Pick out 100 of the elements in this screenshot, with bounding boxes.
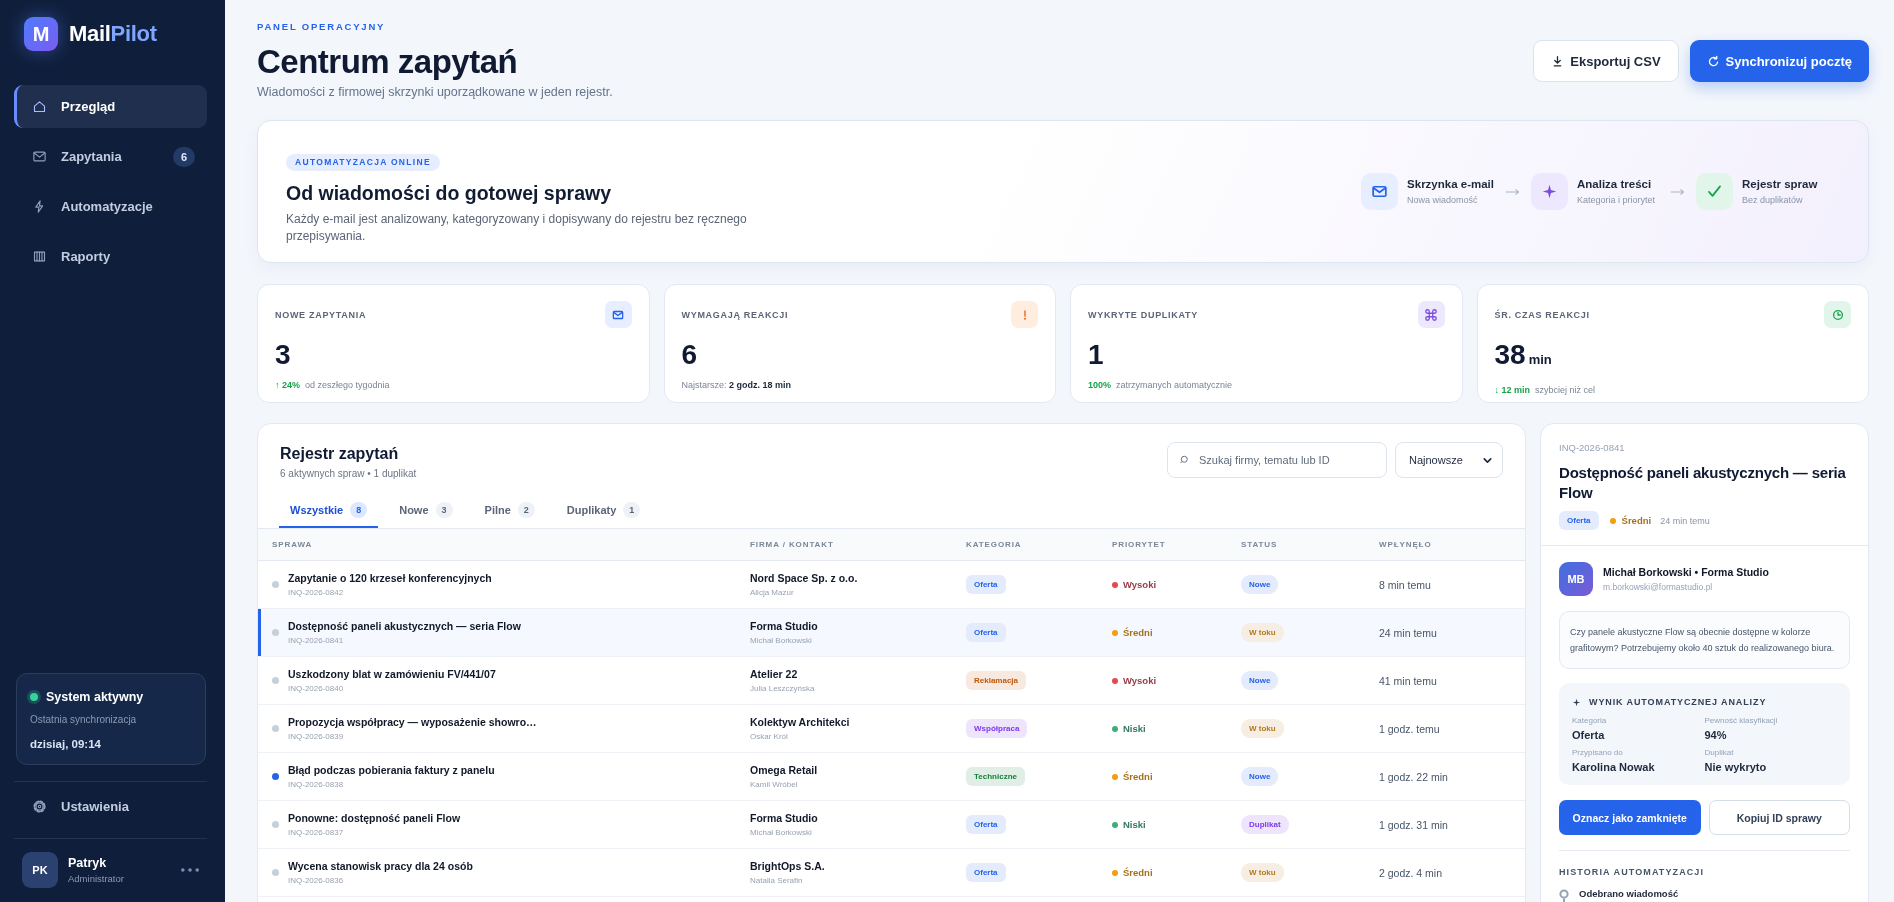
priority-label: Średni: [1123, 867, 1153, 878]
case-id: INQ-2026-0841: [1559, 442, 1626, 454]
company-name: Atelier 22: [750, 668, 799, 680]
category-tag: Oferta: [966, 815, 1006, 834]
case-title: Dostępność paneli akustycznych — seria Flow: [1559, 463, 1847, 503]
search-field[interactable]: Szukaj firmy, tematu lub ID: [1167, 442, 1387, 478]
column-header: PRIORYTET: [1112, 540, 1166, 549]
nav-item[interactable]: Raporty: [14, 235, 207, 278]
stat-label: WYMAGAJĄ REAKCJI: [681, 309, 789, 320]
priority-label: Niski: [1123, 723, 1146, 734]
case-title: Propozycja współpracy — wyposażenie showro…: [288, 716, 537, 728]
priority-label: Wysoki: [1123, 675, 1157, 686]
category-tag: Oferta: [966, 863, 1006, 882]
table-row[interactable]: Dostępność paneli akustycznych — seria Flow INQ-2026-0841 Forma Studio Michał Borkowski Oferta Średni W toku 24 min temu: [258, 609, 1525, 657]
count-badge: 6: [173, 146, 195, 167]
close-case-button[interactable]: Oznacz jako zamknięte: [1559, 800, 1701, 835]
system-status: System aktywny: [46, 690, 144, 704]
table-row[interactable]: Błąd podczas pobierania faktury z panelu INQ-2026-0838 Omega Retail Kamil Wróbel Techniczne Średni Nowe 1 godz. 22 min: [258, 753, 1525, 801]
count-badge: 8: [350, 501, 368, 518]
status-tag: Nowe: [1241, 575, 1279, 594]
contact-name: Alicja Mazur: [750, 588, 795, 597]
stat-note: Najstarsze: 2 godz. 18 min: [681, 379, 792, 392]
more-icon[interactable]: [181, 868, 199, 872]
company-name: BrightOps S.A.: [750, 860, 825, 872]
case-id: INQ-2026-0837: [288, 828, 345, 837]
field-label: Duplikat: [1704, 748, 1735, 757]
table-subtitle: 6 aktywnych spraw • 1 duplikat: [280, 468, 417, 479]
nav-item[interactable]: Przegląd: [14, 85, 207, 128]
contact-name: Kamil Wróbel: [750, 780, 799, 789]
category-tag: Techniczne: [966, 767, 1025, 786]
table-row[interactable]: Ponowne: dostępność paneli Flow INQ-2026-0837 Forma Studio Michał Borkowski Oferta Niski Duplikat 1 godz. 31 min: [258, 801, 1525, 849]
field-value: Oferta: [1572, 729, 1606, 741]
received-time: 1 godz. temu: [1379, 722, 1440, 735]
priority-label: Średni: [1123, 771, 1153, 782]
count-badge: 1: [623, 501, 641, 518]
received-time: 2 godz. 4 min: [1379, 866, 1443, 879]
status-tag: Duplikat: [1241, 815, 1289, 834]
column-header: WPŁYNĘŁO: [1379, 540, 1432, 549]
contact-name: Oskar Król: [750, 732, 789, 741]
user-name: Patryk: [68, 856, 108, 870]
arrow-right-icon: [1670, 187, 1685, 196]
sync-time: dzisiaj, 09:14: [30, 737, 102, 752]
case-id: INQ-2026-0842: [288, 588, 345, 597]
case-id: INQ-2026-0836: [288, 876, 345, 885]
company-name: Nord Space Sp. z o.o.: [750, 572, 858, 584]
sort-dropdown[interactable]: Najnowsze: [1395, 442, 1503, 478]
settings-link[interactable]: Ustawienia: [14, 788, 207, 824]
sender-email: m.borkowski@formastudio.pl: [1603, 582, 1714, 592]
contact-name: Michał Borkowski: [750, 828, 813, 837]
mail-icon: [604, 301, 632, 328]
count-badge: 2: [517, 501, 535, 518]
priority-label: Wysoki: [1123, 579, 1157, 590]
priority-label: Średni: [1621, 515, 1652, 526]
table-title: Rejestr zapytań: [280, 444, 400, 464]
field-value: 94%: [1704, 729, 1728, 741]
case-id: INQ-2026-0838: [288, 780, 345, 789]
export-button[interactable]: Eksportuj CSV: [1533, 40, 1679, 82]
contact-name: Natalia Serafin: [750, 876, 804, 885]
sparkle-icon: [1572, 697, 1581, 707]
copy-id-button[interactable]: Kopiuj ID sprawy: [1708, 800, 1850, 835]
case-id: INQ-2026-0840: [288, 684, 345, 693]
search-icon: [1179, 454, 1191, 466]
mail-icon: [32, 149, 47, 164]
check-icon: [1696, 173, 1733, 210]
status-tag: W toku: [1241, 623, 1284, 642]
filter-tab[interactable]: Nowe 3: [388, 493, 464, 528]
filter-tab[interactable]: Pilne 2: [473, 493, 546, 528]
message-box: Czy panele akustyczne Flow są obecnie dostępne w kolorze grafitowym? Potrzebujemy około 40 sztuk do realizowanego biura.: [1559, 611, 1850, 669]
column-header: SPRAWA: [272, 540, 313, 549]
case-title: Błąd podczas pobierania faktury z panelu: [288, 764, 495, 776]
step-subtitle: Nowa wiadomość: [1407, 195, 1479, 205]
settings-icon: [32, 798, 47, 814]
sync-button[interactable]: Synchronizuj pocztę: [1689, 40, 1869, 82]
category-tag: Oferta: [1559, 511, 1599, 530]
clock-icon: [1824, 301, 1851, 328]
field-value: Nie wykryto: [1704, 761, 1768, 773]
filter-tab[interactable]: Duplikaty 1: [555, 493, 652, 528]
nav-item[interactable]: Automatyzacje: [14, 185, 207, 228]
stat-label: NOWE ZAPYTANIA: [275, 309, 367, 320]
command-icon: [1417, 301, 1445, 328]
step-title: Skrzynka e-mail: [1407, 178, 1494, 190]
case-title: Uszkodzony blat w zamówieniu FV/441/07: [288, 668, 496, 680]
user-avatar: PK: [22, 852, 58, 888]
alert-icon: [1011, 301, 1038, 328]
case-title: Dostępność paneli akustycznych — seria Flow: [288, 620, 521, 632]
field-label: Pewność klasyfikacji: [1704, 716, 1779, 725]
hero-title: Od wiadomości do gotowej sprawy: [286, 181, 613, 205]
table-row[interactable]: Propozycja współpracy — wyposażenie showro… INQ-2026-0839 Kolektyw Architekci Oskar Król Współpraca Niski W toku 1 godz. temu: [258, 705, 1525, 753]
field-value: Karolina Nowak: [1572, 761, 1656, 773]
stat-value: 3: [275, 338, 291, 372]
sparkle-icon: [1531, 173, 1568, 210]
table-row[interactable]: Uszkodzony blat w zamówieniu FV/441/07 INQ-2026-0840 Atelier 22 Julia Leszczyńska Reklamacja Wysoki Nowe 41 min temu: [258, 657, 1525, 705]
table-row[interactable]: Wycena stanowisk pracy dla 24 osób INQ-2026-0836 BrightOps S.A. Natalia Serafin Oferta Średni W toku 2 godz. 4 min: [258, 849, 1525, 897]
status-tag: Nowe: [1241, 671, 1279, 690]
case-title: Wycena stanowisk pracy dla 24 osób: [288, 860, 473, 872]
nav-item[interactable]: Zapytania 6: [14, 135, 207, 178]
category-tag: Oferta: [966, 623, 1006, 642]
column-header: FIRMA / KONTAKT: [750, 540, 834, 549]
step-title: Rejestr spraw: [1742, 178, 1818, 190]
priority-label: Niski: [1123, 819, 1146, 830]
